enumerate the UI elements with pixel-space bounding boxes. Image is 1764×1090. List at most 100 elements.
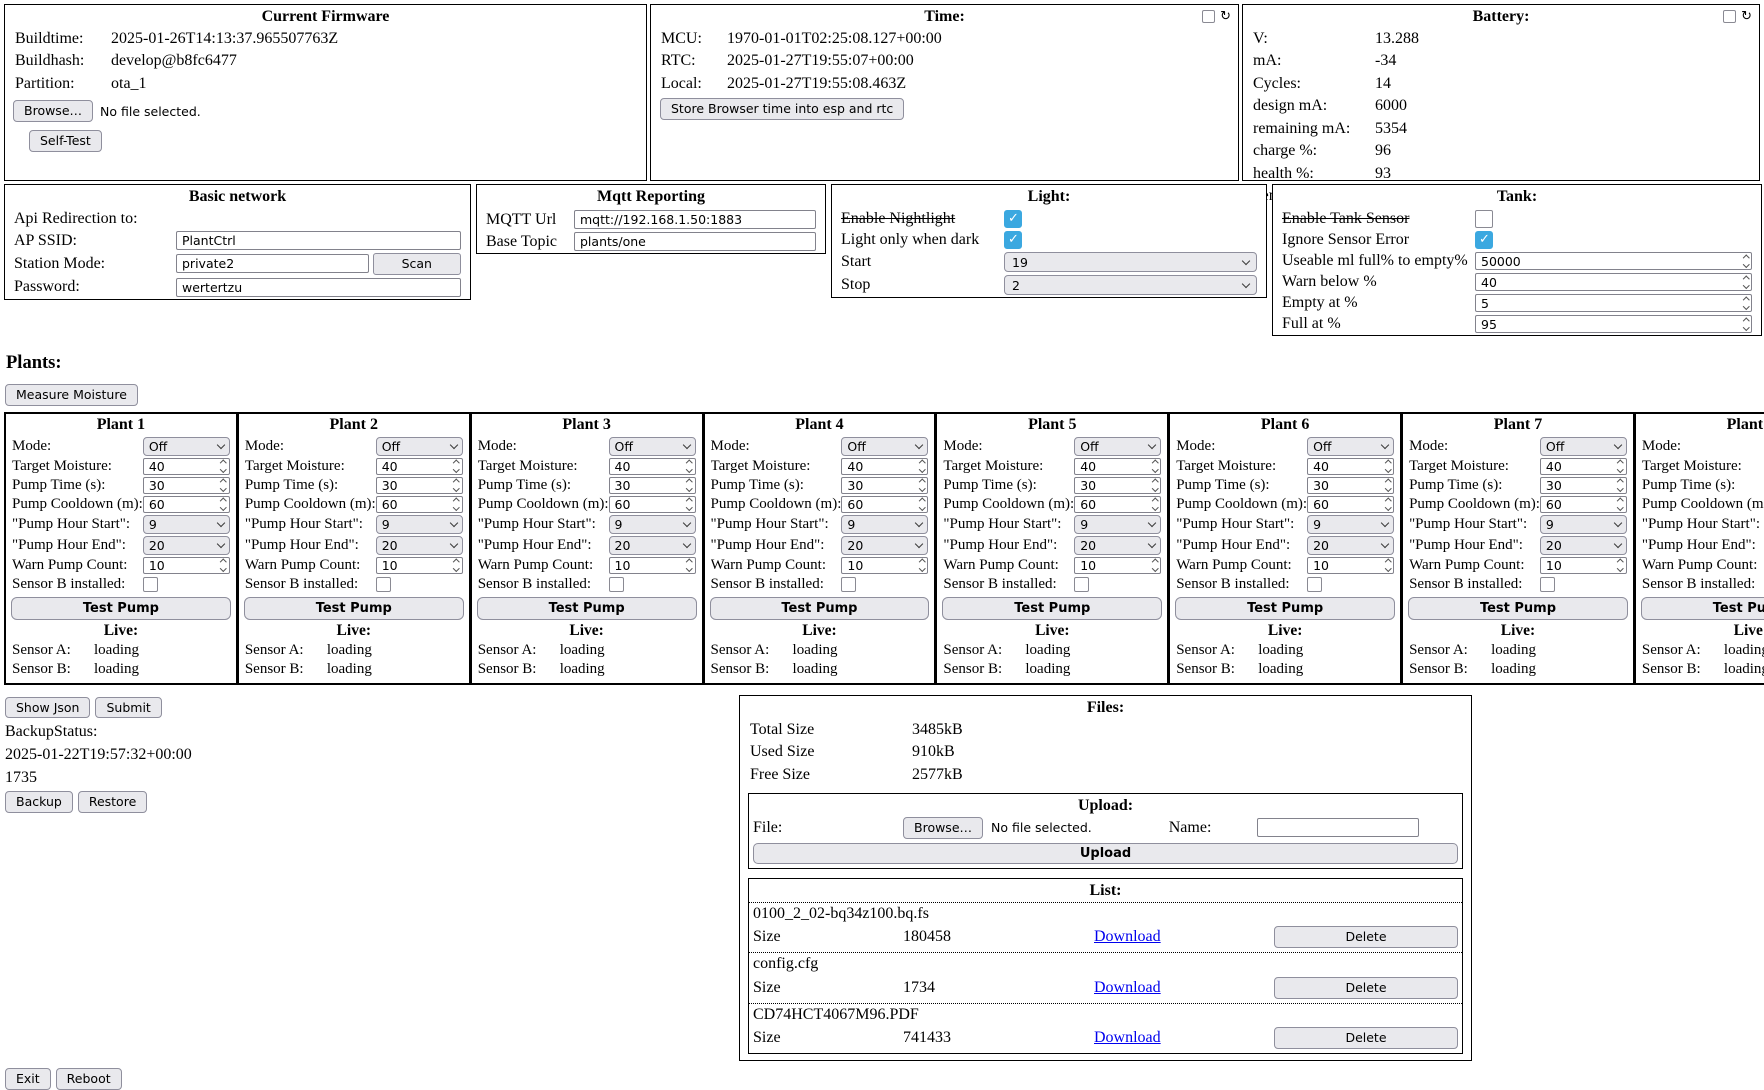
pump-time-input[interactable]: 30 [1540,477,1627,494]
spinner-icon[interactable] [1386,558,1391,573]
mode-select[interactable]: Off [1540,437,1627,456]
pump-time-input[interactable]: 30 [1307,477,1394,494]
spinner-icon[interactable] [1386,497,1391,512]
sensor-b-installed-checkbox[interactable] [609,577,624,592]
test-pump-button[interactable]: Test Pump [477,597,697,620]
pump-hour-start-select[interactable]: 9 [1540,515,1627,534]
password-input[interactable] [176,278,461,297]
pump-hour-end-select[interactable]: 20 [1074,536,1161,555]
spinner-icon[interactable] [920,478,925,493]
target-moisture-input[interactable]: 40 [1540,458,1627,475]
sensor-b-installed-checkbox[interactable] [841,577,856,592]
delete-button[interactable]: Delete [1274,977,1458,999]
spinner-icon[interactable] [221,497,226,512]
spinner-icon[interactable] [221,478,226,493]
pump-cooldown-input[interactable]: 60 [1307,496,1394,513]
pump-time-input[interactable]: 30 [609,477,696,494]
spinner-icon[interactable] [687,497,692,512]
spinner-icon[interactable] [1744,274,1749,290]
pump-time-input[interactable]: 30 [841,477,928,494]
store-browser-time-button[interactable]: Store Browser time into esp and rtc [660,98,904,120]
pump-cooldown-input[interactable]: 60 [841,496,928,513]
battery-auto-refresh-checkbox[interactable] [1723,10,1736,23]
time-refresh-icon[interactable]: ↻ [1220,10,1231,23]
pump-time-input[interactable]: 30 [376,477,463,494]
pump-hour-end-select[interactable]: 20 [376,536,463,555]
spinner-icon[interactable] [1618,459,1623,474]
warn-pump-count-input[interactable]: 10 [376,557,463,574]
test-pump-button[interactable]: Test Pump [1408,597,1628,620]
pump-hour-start-select[interactable]: 9 [1307,515,1394,534]
target-moisture-input[interactable]: 40 [376,458,463,475]
ignore-sensor-error-checkbox[interactable] [1475,231,1493,249]
sensor-b-installed-checkbox[interactable] [143,577,158,592]
spinner-icon[interactable] [920,497,925,512]
target-moisture-input[interactable]: 40 [1307,458,1394,475]
test-pump-button[interactable]: Test Pump [11,597,231,620]
spinner-icon[interactable] [1618,478,1623,493]
delete-button[interactable]: Delete [1274,926,1458,948]
warn-pump-count-input[interactable]: 10 [1307,557,1394,574]
target-moisture-input[interactable]: 40 [841,458,928,475]
spinner-icon[interactable] [454,558,459,573]
pump-hour-start-select[interactable]: 9 [1074,515,1161,534]
measure-moisture-button[interactable]: Measure Moisture [5,384,138,406]
spinner-icon[interactable] [687,459,692,474]
backup-button[interactable]: Backup [5,791,73,813]
spinner-icon[interactable] [1153,497,1158,512]
spinner-icon[interactable] [687,558,692,573]
pump-cooldown-input[interactable]: 60 [609,496,696,513]
mqtt-url-input[interactable] [574,210,816,229]
scan-button[interactable]: Scan [373,253,461,275]
time-auto-refresh-checkbox[interactable] [1202,10,1215,23]
empty-at-input[interactable]: 5 [1475,294,1752,312]
test-pump-button[interactable]: Test Pump [942,597,1162,620]
spinner-icon[interactable] [454,478,459,493]
mode-select[interactable]: Off [143,437,230,456]
light-only-dark-checkbox[interactable] [1004,231,1022,249]
spinner-icon[interactable] [454,459,459,474]
target-moisture-input[interactable]: 40 [1074,458,1161,475]
self-test-button[interactable]: Self-Test [29,130,102,152]
test-pump-button[interactable]: Test Pump [244,597,464,620]
spinner-icon[interactable] [1744,316,1749,332]
restore-button[interactable]: Restore [78,791,147,813]
pump-hour-start-select[interactable]: 9 [143,515,230,534]
enable-tank-sensor-checkbox[interactable] [1475,210,1493,228]
target-moisture-input[interactable]: 40 [143,458,230,475]
pump-cooldown-input[interactable]: 60 [143,496,230,513]
spinner-icon[interactable] [1153,478,1158,493]
pump-time-input[interactable]: 30 [1074,477,1161,494]
download-link[interactable]: Download [1094,979,1161,997]
upload-name-input[interactable] [1257,818,1419,837]
spinner-icon[interactable] [1153,558,1158,573]
spinner-icon[interactable] [687,478,692,493]
spinner-icon[interactable] [920,558,925,573]
mode-select[interactable]: Off [841,437,928,456]
download-link[interactable]: Download [1094,1029,1161,1047]
useable-ml-input[interactable]: 50000 [1475,252,1752,270]
reboot-button[interactable]: Reboot [56,1068,122,1090]
light-stop-select[interactable]: 2 [1004,275,1257,295]
pump-hour-end-select[interactable]: 20 [143,536,230,555]
pump-hour-end-select[interactable]: 20 [609,536,696,555]
test-pump-button[interactable]: Test Pump [1641,597,1764,620]
warn-pump-count-input[interactable]: 10 [841,557,928,574]
pump-hour-start-select[interactable]: 9 [376,515,463,534]
test-pump-button[interactable]: Test Pump [710,597,930,620]
warn-pump-count-input[interactable]: 10 [143,557,230,574]
spinner-icon[interactable] [920,459,925,474]
spinner-icon[interactable] [1618,558,1623,573]
delete-button[interactable]: Delete [1274,1027,1458,1049]
pump-hour-start-select[interactable]: 9 [841,515,928,534]
mode-select[interactable]: Off [376,437,463,456]
spinner-icon[interactable] [1386,459,1391,474]
show-json-button[interactable]: Show Json [5,697,90,719]
pump-hour-start-select[interactable]: 9 [609,515,696,534]
sensor-b-installed-checkbox[interactable] [1074,577,1089,592]
full-at-input[interactable]: 95 [1475,315,1752,333]
pump-cooldown-input[interactable]: 60 [1074,496,1161,513]
battery-refresh-icon[interactable]: ↻ [1741,10,1752,23]
mode-select[interactable]: Off [1074,437,1161,456]
station-ssid-input[interactable] [176,254,369,273]
